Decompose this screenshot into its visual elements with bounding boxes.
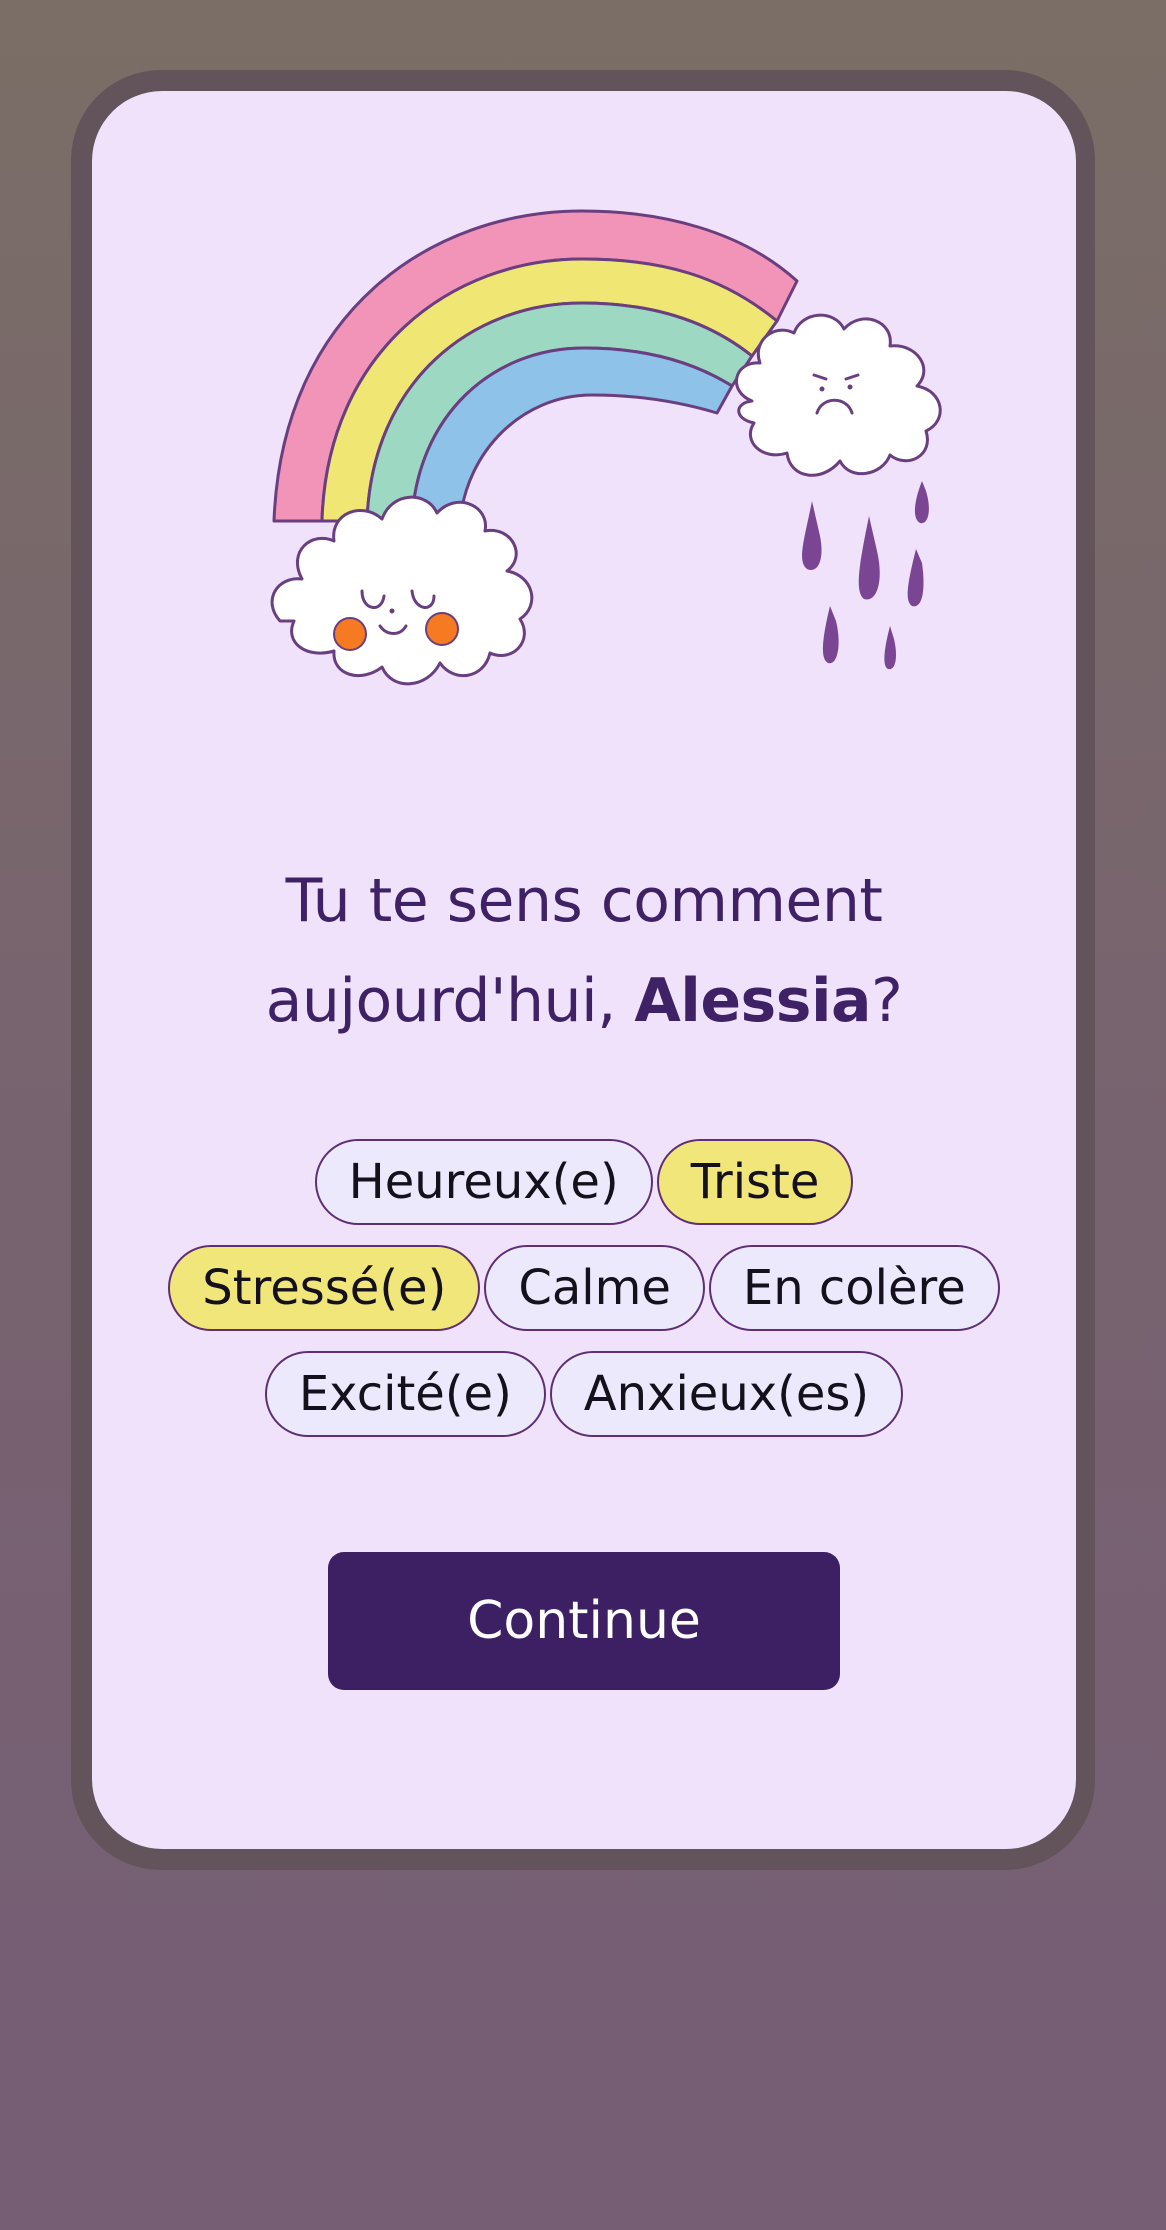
continue-button[interactable]: Continue [328,1552,840,1690]
mood-chip-list: Heureux(e) Triste Stressé(e) Calme En co… [132,1139,1036,1457]
mood-chip-en-colere[interactable]: En colère [708,1245,1000,1331]
mood-chip-triste[interactable]: Triste [656,1139,854,1225]
mood-chip-heureux[interactable]: Heureux(e) [314,1139,653,1225]
user-name: Alessia [634,966,872,1036]
mood-check-in-modal: Tu te sens comment aujourd'hui, Alessia?… [92,91,1076,1849]
mood-chip-excite[interactable]: Excité(e) [264,1351,546,1437]
question-line-2-prefix: aujourd'hui, [265,966,635,1036]
mood-chip-anxieux[interactable]: Anxieux(es) [549,1351,904,1437]
mood-chip-row: Heureux(e) Triste [132,1139,1036,1225]
mood-chip-row: Excité(e) Anxieux(es) [132,1351,1036,1437]
mood-chip-calme[interactable]: Calme [484,1245,705,1331]
question-line-2: aujourd'hui, Alessia? [92,951,1076,1051]
mood-question: Tu te sens comment aujourd'hui, Alessia? [92,851,1076,1051]
question-mark: ? [871,966,903,1036]
mood-chip-row: Stressé(e) Calme En colère [132,1245,1036,1331]
question-line-1: Tu te sens comment [285,866,883,936]
mood-chip-stresse[interactable]: Stressé(e) [168,1245,481,1331]
rainbow-with-happy-and-sad-clouds-icon [270,209,942,686]
